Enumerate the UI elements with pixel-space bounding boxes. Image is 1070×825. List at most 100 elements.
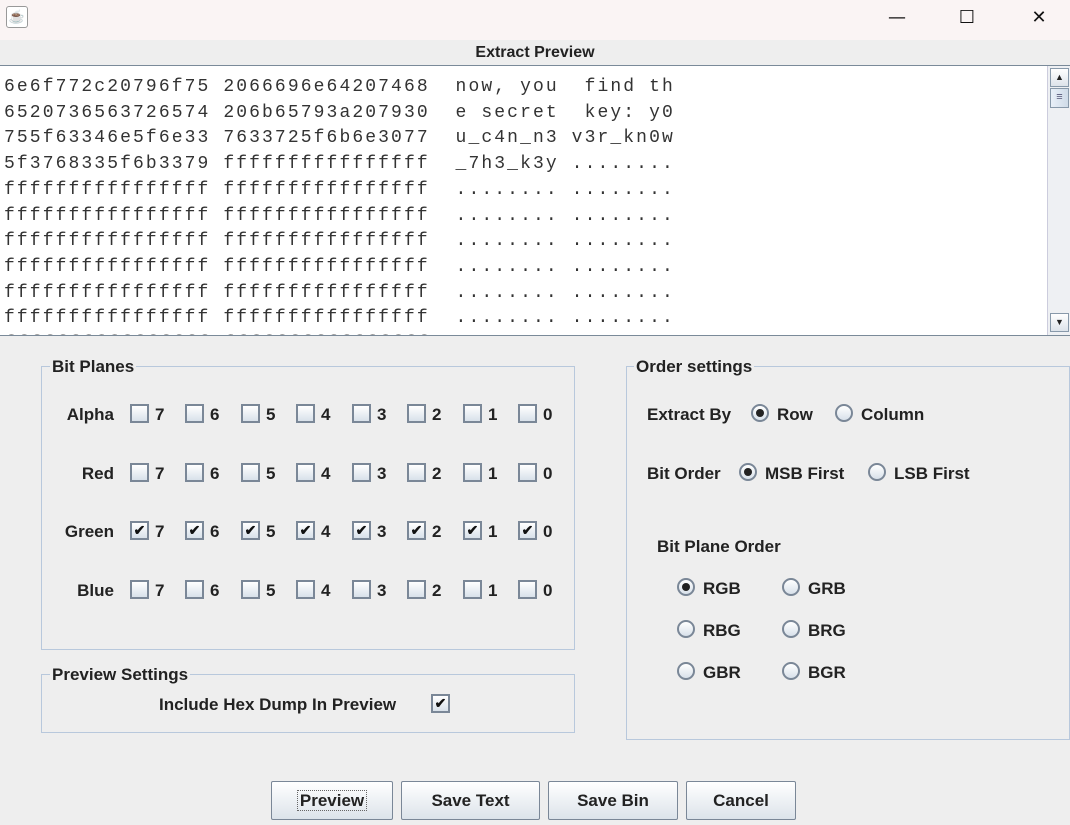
include-hex-checkbox[interactable]: ✔ bbox=[431, 694, 450, 713]
preview-line: ffffffffffffffff ffffffffffffffff ......… bbox=[4, 205, 675, 226]
plane-order-radio-bgr[interactable] bbox=[782, 662, 800, 680]
checkbox-blue-6[interactable] bbox=[185, 580, 204, 599]
checkbox-blue-2[interactable] bbox=[407, 580, 426, 599]
bit-label: 6 bbox=[210, 581, 220, 600]
checkbox-green-3[interactable]: ✔ bbox=[352, 521, 371, 540]
dialog-title: Extract Preview bbox=[475, 44, 595, 61]
checkbox-green-7[interactable]: ✔ bbox=[130, 521, 149, 540]
checkbox-blue-1[interactable] bbox=[463, 580, 482, 599]
checkbox-red-5[interactable] bbox=[241, 463, 260, 482]
plane-order-label: BGR bbox=[808, 663, 846, 682]
checkbox-alpha-6[interactable] bbox=[185, 404, 204, 423]
checkbox-red-4[interactable] bbox=[296, 463, 315, 482]
close-button[interactable]: ✕ bbox=[1016, 0, 1062, 36]
preview-text: 6e6f772c20796f75 2066696e64207468 now, y… bbox=[4, 75, 675, 335]
preview-text-area[interactable]: 6e6f772c20796f75 2066696e64207468 now, y… bbox=[0, 65, 1070, 336]
preview-line: ffffffffffffffff ffffffffffffffff ......… bbox=[4, 332, 675, 335]
scroll-down-button[interactable]: ▼ bbox=[1050, 313, 1069, 332]
plane-order-label: BRG bbox=[808, 621, 846, 640]
bit-label: 0 bbox=[543, 464, 553, 483]
bit-label: 7 bbox=[155, 581, 165, 600]
bit-label: 6 bbox=[210, 405, 220, 424]
msb-first-label: MSB First bbox=[765, 464, 845, 483]
checkbox-blue-7[interactable] bbox=[130, 580, 149, 599]
bit-label: 1 bbox=[488, 405, 498, 424]
extract-by-label: Extract By bbox=[647, 405, 732, 424]
checkbox-green-6[interactable]: ✔ bbox=[185, 521, 204, 540]
checkbox-alpha-0[interactable] bbox=[518, 404, 537, 423]
minimize-button[interactable]: — bbox=[874, 0, 920, 36]
extract-row-radio[interactable] bbox=[751, 404, 769, 422]
plane-order-radio-grb[interactable] bbox=[782, 578, 800, 596]
channel-label-red: Red bbox=[81, 464, 114, 483]
title-bar: ☕ — ☐ ✕ bbox=[0, 0, 1070, 40]
preview-line: 5f3768335f6b3379 ffffffffffffffff _7h3_k… bbox=[4, 154, 675, 175]
preview-line: ffffffffffffffff ffffffffffffffff ......… bbox=[4, 231, 675, 252]
checkbox-alpha-7[interactable] bbox=[130, 404, 149, 423]
bit-label: 3 bbox=[377, 405, 387, 424]
checkbox-red-3[interactable] bbox=[352, 463, 371, 482]
checkbox-alpha-5[interactable] bbox=[241, 404, 260, 423]
scroll-up-button[interactable]: ▲ bbox=[1050, 68, 1069, 87]
channel-label-green: Green bbox=[64, 522, 114, 541]
bit-order-label: Bit Order bbox=[647, 464, 721, 483]
bit-label: 4 bbox=[321, 522, 331, 541]
save-text-button[interactable]: Save Text bbox=[401, 781, 540, 820]
checkbox-blue-0[interactable] bbox=[518, 580, 537, 599]
preview-button[interactable]: Preview bbox=[271, 781, 393, 820]
lsb-first-label: LSB First bbox=[894, 464, 970, 483]
preview-line: 6520736563726574 206b65793a207930 e secr… bbox=[4, 102, 675, 123]
checkbox-green-0[interactable]: ✔ bbox=[518, 521, 537, 540]
checkbox-green-1[interactable]: ✔ bbox=[463, 521, 482, 540]
preview-button-label: Preview bbox=[296, 790, 368, 811]
bit-label: 5 bbox=[266, 464, 276, 483]
lsb-first-radio[interactable] bbox=[868, 463, 886, 481]
save-bin-button[interactable]: Save Bin bbox=[548, 781, 678, 820]
bit-label: 1 bbox=[488, 581, 498, 600]
bit-label: 7 bbox=[155, 522, 165, 541]
channel-label-alpha: Alpha bbox=[66, 405, 114, 424]
checkbox-green-5[interactable]: ✔ bbox=[241, 521, 260, 540]
checkbox-alpha-3[interactable] bbox=[352, 404, 371, 423]
cancel-button[interactable]: Cancel bbox=[686, 781, 796, 820]
checkbox-red-1[interactable] bbox=[463, 463, 482, 482]
bit-label: 5 bbox=[266, 522, 276, 541]
bit-label: 4 bbox=[321, 405, 331, 424]
extract-column-radio[interactable] bbox=[835, 404, 853, 422]
checkbox-red-6[interactable] bbox=[185, 463, 204, 482]
checkbox-green-4[interactable]: ✔ bbox=[296, 521, 315, 540]
bit-label: 0 bbox=[543, 581, 553, 600]
checkbox-blue-3[interactable] bbox=[352, 580, 371, 599]
plane-order-radio-gbr[interactable] bbox=[677, 662, 695, 680]
maximize-button[interactable]: ☐ bbox=[944, 0, 990, 36]
bit-label: 3 bbox=[377, 464, 387, 483]
bit-label: 2 bbox=[432, 522, 442, 541]
msb-first-radio[interactable] bbox=[739, 463, 757, 481]
vertical-scrollbar[interactable]: ▲ ≡ ▼ bbox=[1047, 66, 1070, 335]
checkbox-red-7[interactable] bbox=[130, 463, 149, 482]
plane-order-radio-brg[interactable] bbox=[782, 620, 800, 638]
bit-label: 7 bbox=[155, 405, 165, 424]
bit-label: 5 bbox=[266, 405, 276, 424]
checkbox-alpha-4[interactable] bbox=[296, 404, 315, 423]
checkbox-red-0[interactable] bbox=[518, 463, 537, 482]
plane-order-label: GBR bbox=[703, 663, 741, 682]
include-hex-label: Include Hex Dump In Preview bbox=[159, 695, 397, 714]
checkbox-green-2[interactable]: ✔ bbox=[407, 521, 426, 540]
bit-label: 2 bbox=[432, 581, 442, 600]
checkbox-alpha-1[interactable] bbox=[463, 404, 482, 423]
preview-line: 6e6f772c20796f75 2066696e64207468 now, y… bbox=[4, 77, 675, 97]
checkbox-alpha-2[interactable] bbox=[407, 404, 426, 423]
checkbox-blue-5[interactable] bbox=[241, 580, 260, 599]
bit-plane-order-label: Bit Plane Order bbox=[657, 537, 781, 556]
checkbox-blue-4[interactable] bbox=[296, 580, 315, 599]
bit-label: 0 bbox=[543, 405, 553, 424]
plane-order-radio-rgb[interactable] bbox=[677, 578, 695, 596]
plane-order-radio-rbg[interactable] bbox=[677, 620, 695, 638]
scroll-thumb[interactable]: ≡ bbox=[1050, 88, 1069, 108]
checkbox-red-2[interactable] bbox=[407, 463, 426, 482]
bit-label: 4 bbox=[321, 464, 331, 483]
java-icon: ☕ bbox=[6, 6, 28, 28]
preview-line: ffffffffffffffff ffffffffffffffff ......… bbox=[4, 282, 675, 303]
bit-label: 2 bbox=[432, 464, 442, 483]
